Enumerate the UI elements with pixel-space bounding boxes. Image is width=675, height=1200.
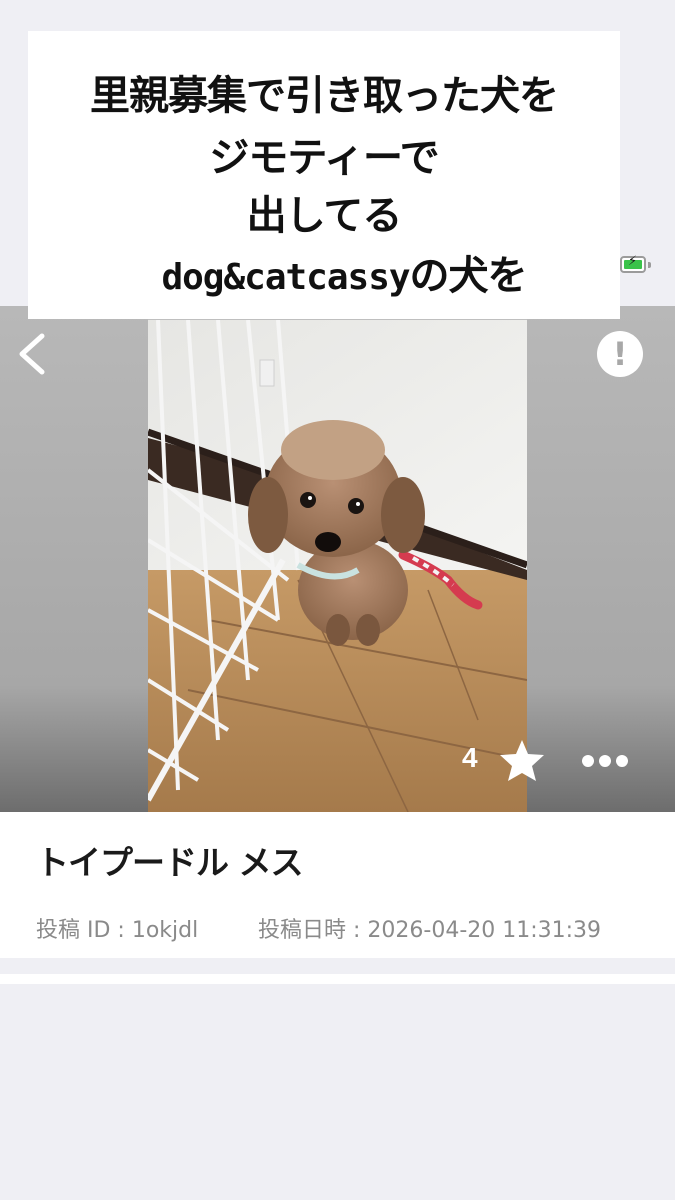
dog-photo [148, 320, 527, 812]
post-id: 投稿 ID : 1okjdl [36, 918, 199, 943]
more-button[interactable] [580, 746, 632, 776]
exclamation-icon: ! [612, 335, 628, 373]
report-button[interactable]: ! [597, 331, 643, 377]
star-icon [500, 740, 544, 781]
bolt-icon: ⚡ [628, 254, 638, 269]
listing-page: ⚡ ! 4 里親募集で引き取った犬を ジモティーで 出してる dog&catca… [0, 0, 675, 1200]
caption-line-3: 出してる [246, 193, 403, 239]
caption-shop-name: dog&catcassy [161, 257, 410, 298]
back-button[interactable] [8, 328, 56, 380]
chevron-left-icon [19, 333, 45, 375]
caption-line-4: dog&catcassyの犬を [28, 243, 620, 301]
caption-line-1: 里親募集で引き取った犬を [90, 73, 559, 119]
post-date: 投稿日時 : 2026-04-20 11:31:39 [258, 918, 602, 943]
viewer-background-left [0, 306, 148, 812]
section-divider [0, 958, 675, 974]
caption-line-2: ジモティーで [209, 135, 439, 181]
battery-cap [648, 262, 651, 268]
viewer-background-right [527, 306, 675, 812]
battery-charging-icon: ⚡ [620, 254, 646, 273]
caption-overlay: 里親募集で引き取った犬を ジモティーで 出してる dog&catcassyの犬を [28, 31, 620, 319]
next-section [0, 974, 675, 984]
photo-viewer[interactable]: ! 4 [0, 306, 675, 812]
listing-title: トイプードル メス [36, 843, 303, 882]
favorite-button[interactable] [498, 738, 546, 782]
listing-info-card: トイプードル メス 投稿 ID : 1okjdl 投稿日時 : 2026-04-… [0, 812, 675, 958]
more-dots-icon [582, 755, 628, 767]
caption-line-4-suffix: の犬を [409, 253, 528, 299]
favorite-count: 4 [462, 742, 478, 773]
